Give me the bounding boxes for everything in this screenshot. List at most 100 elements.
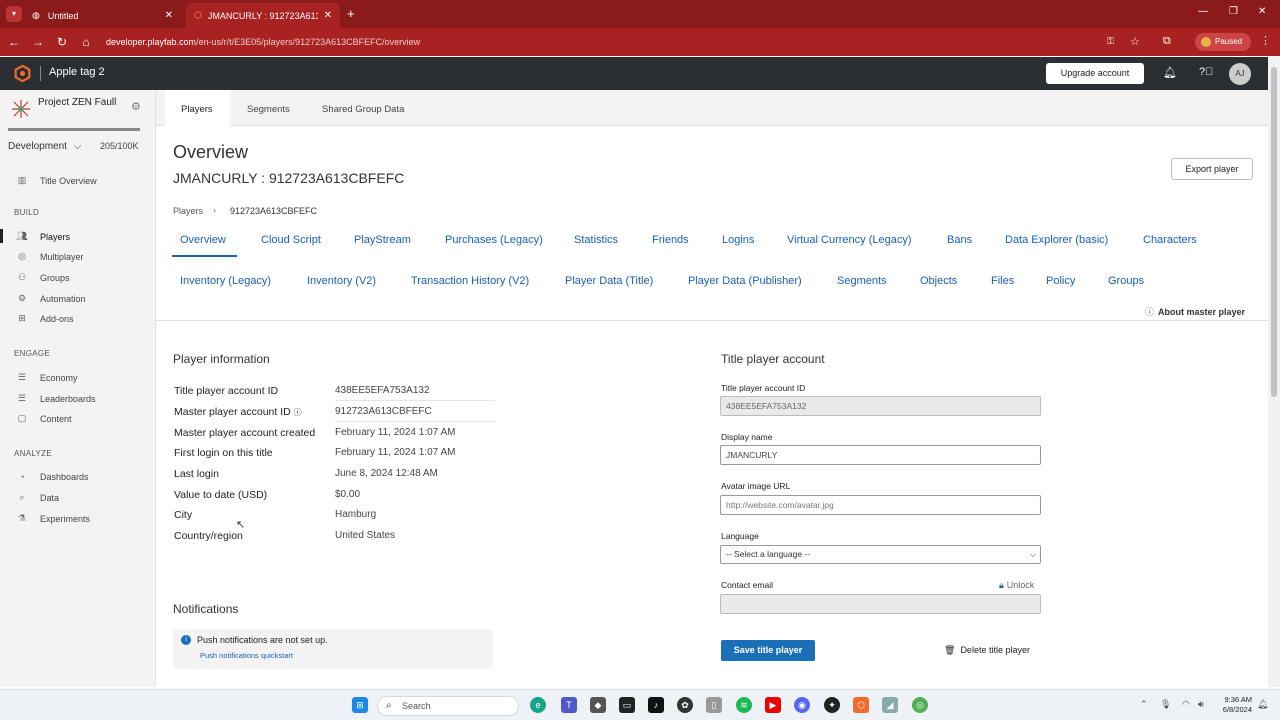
gear-icon[interactable]: ⚙ <box>131 100 141 113</box>
volume-icon[interactable]: 🔊︎ <box>1198 699 1204 710</box>
restore-icon[interactable]: ❐ <box>1229 6 1238 17</box>
app-cube-icon[interactable]: ◆ <box>590 697 606 713</box>
playfab-taskbar-icon[interactable]: ⬡ <box>853 697 869 713</box>
player-tab-purchases-legacy[interactable]: Purchases (Legacy) <box>445 234 543 246</box>
player-tab-characters[interactable]: Characters <box>1143 234 1197 246</box>
chrome-icon[interactable]: ◎ <box>912 697 928 713</box>
edge-icon[interactable]: e <box>530 697 546 713</box>
browser-menu-icon[interactable]: ⋮ <box>1260 34 1271 47</box>
spotify-icon[interactable]: ≋ <box>736 697 752 713</box>
player-tab-playstream[interactable]: PlayStream <box>354 234 411 246</box>
notification-center-icon[interactable]: 🔔︎ <box>1257 699 1268 710</box>
sidebar-item-economy[interactable]: ☰ Economy <box>16 372 78 383</box>
language-select[interactable]: -- Select a language -- ⌵ <box>720 545 1041 564</box>
bell-icon[interactable]: 🔔︎ <box>1163 66 1177 79</box>
bookmark-star-icon[interactable]: ☆ <box>1130 35 1140 48</box>
tab-players[interactable]: Players <box>165 90 230 126</box>
push-notifications-quickstart-link[interactable]: Push notifications quickstart <box>200 651 293 660</box>
youtube-icon[interactable]: ▶ <box>765 697 781 713</box>
windows-start-icon[interactable]: ⊞ <box>352 697 368 713</box>
scrollbar-thumb[interactable] <box>1271 67 1277 397</box>
save-title-player-button[interactable]: Save title player <box>721 640 815 661</box>
export-player-button[interactable]: Export player <box>1171 158 1253 180</box>
player-tab-cloud-script[interactable]: Cloud Script <box>261 234 321 246</box>
help-icon[interactable]: ?⃝ <box>1199 66 1213 78</box>
app-flower-icon[interactable]: ✿ <box>677 697 693 713</box>
app-light-icon[interactable]: ◢ <box>882 697 898 713</box>
delete-title-player-button[interactable]: 🗑︎ Delete title player <box>944 645 1030 656</box>
player-tab-data-explorer[interactable]: Data Explorer (basic) <box>1005 234 1108 246</box>
close-tab-icon[interactable]: ✕ <box>324 10 332 21</box>
player-tab-objects[interactable]: Objects <box>920 275 957 287</box>
tiktok-icon[interactable]: ♪ <box>648 697 664 713</box>
password-key-icon[interactable]: ⚿ <box>1107 36 1114 47</box>
sidebar-item-title-overview[interactable]: ▥ Title Overview <box>16 175 97 186</box>
player-tab-bans[interactable]: Bans <box>947 234 972 246</box>
sidebar-item-automation[interactable]: ⚙ Automation <box>16 293 86 304</box>
project-name[interactable]: Project ZEN Faull <box>38 97 118 108</box>
microphone-icon[interactable]: 🎙︎ <box>1160 699 1171 710</box>
player-tab-groups[interactable]: Groups <box>1108 275 1144 287</box>
player-tab-transaction-history[interactable]: Transaction History (V2) <box>411 275 529 287</box>
sidebar-item-add-ons[interactable]: ⊞ Add-ons <box>16 313 73 324</box>
player-tab-policy[interactable]: Policy <box>1046 275 1075 287</box>
extensions-icon[interactable]: ⧉ <box>1163 35 1171 48</box>
app-capsule-icon[interactable]: ▭ <box>619 697 635 713</box>
playfab-logo-icon[interactable] <box>14 65 31 82</box>
browser-tab-untitled[interactable]: ◍ Untitled ✕ <box>24 3 181 28</box>
display-name-field[interactable] <box>720 445 1041 465</box>
sidebar-item-multiplayer[interactable]: ◎ Multiplayer <box>16 251 83 262</box>
upgrade-account-button[interactable]: Upgrade account <box>1046 63 1144 84</box>
tab-shared-group-data[interactable]: Shared Group Data <box>306 90 420 126</box>
close-tab-icon[interactable]: ✕ <box>165 10 173 21</box>
breadcrumb-players[interactable]: Players <box>173 206 203 216</box>
info-icon[interactable]: ⓘ <box>294 408 302 417</box>
forward-icon[interactable]: → <box>26 35 50 49</box>
title-name[interactable]: Apple tag 2 <box>49 66 105 78</box>
avatar[interactable]: AJ <box>1229 63 1251 85</box>
url-field[interactable]: developer.playfab.com/en-us/r/t/E3E05/pl… <box>106 33 1076 51</box>
sidebar: Project ZEN Faull ⚙ Development ⌵ 205/10… <box>0 90 156 687</box>
player-tab-virtual-currency[interactable]: Virtual Currency (Legacy) <box>787 234 912 246</box>
close-window-icon[interactable]: ✕ <box>1258 6 1266 17</box>
taskbar-clock[interactable]: 9:36 AM 6/8/2024 <box>1216 695 1252 715</box>
profile-paused-button[interactable]: Paused <box>1195 33 1251 51</box>
home-icon[interactable]: ⌂ <box>74 35 98 49</box>
sidebar-item-experiments[interactable]: ⚗ Experiments <box>16 513 90 524</box>
player-tab-files[interactable]: Files <box>991 275 1014 287</box>
sidebar-item-content[interactable]: ▢ Content <box>16 413 72 424</box>
player-tab-inventory-legacy[interactable]: Inventory (Legacy) <box>180 275 271 287</box>
environment-selector[interactable]: Development ⌵ <box>8 141 81 152</box>
discord-icon[interactable]: ◉ <box>794 697 810 713</box>
player-tab-logins[interactable]: Logins <box>722 234 754 246</box>
player-tab-statistics[interactable]: Statistics <box>574 234 618 246</box>
app-dark-icon[interactable]: ✦ <box>824 697 840 713</box>
minimize-icon[interactable]: — <box>1198 6 1208 17</box>
reload-icon[interactable]: ↻ <box>50 35 74 49</box>
unlock-email-button[interactable]: 🔒︎ Unlock <box>999 580 1034 591</box>
tab-search-icon[interactable]: ▾ <box>6 6 22 22</box>
sidebar-item-leaderboards[interactable]: ☰ Leaderboards <box>16 393 96 404</box>
player-tab-player-data-title[interactable]: Player Data (Title) <box>565 275 653 287</box>
about-master-player-link[interactable]: ⓘ About master player <box>1145 305 1245 318</box>
sidebar-item-players[interactable]: 👥︎ Players <box>16 231 70 242</box>
sidebar-item-data[interactable]: ⌕ Data <box>16 492 59 503</box>
chevron-up-icon[interactable]: ⌃ <box>1140 699 1148 710</box>
tab-segments[interactable]: Segments <box>231 90 306 126</box>
wifi-icon[interactable]: ◠ <box>1182 699 1190 710</box>
player-tab-overview[interactable]: Overview <box>180 234 226 246</box>
browser-tab-active[interactable]: ⬡ JMANCURLY : 912723A613CBFE ✕ <box>186 3 340 28</box>
page-scrollbar[interactable] <box>1268 57 1280 687</box>
player-tab-inventory-v2[interactable]: Inventory (V2) <box>307 275 376 287</box>
back-icon[interactable]: ← <box>2 35 26 49</box>
player-tab-player-data-publisher[interactable]: Player Data (Publisher) <box>688 275 802 287</box>
player-tab-segments[interactable]: Segments <box>837 275 887 287</box>
avatar-url-field[interactable] <box>720 495 1041 515</box>
teams-icon[interactable]: T <box>561 697 577 713</box>
mouse-app-icon[interactable]: ▯ <box>706 697 722 713</box>
new-tab-icon[interactable]: + <box>347 6 355 21</box>
sidebar-item-groups[interactable]: ⚇ Groups <box>16 272 70 283</box>
taskbar-search[interactable]: ⌕ Search <box>377 696 519 716</box>
player-tab-friends[interactable]: Friends <box>652 234 689 246</box>
sidebar-item-dashboards[interactable]: ◔ Dashboards <box>16 472 88 482</box>
